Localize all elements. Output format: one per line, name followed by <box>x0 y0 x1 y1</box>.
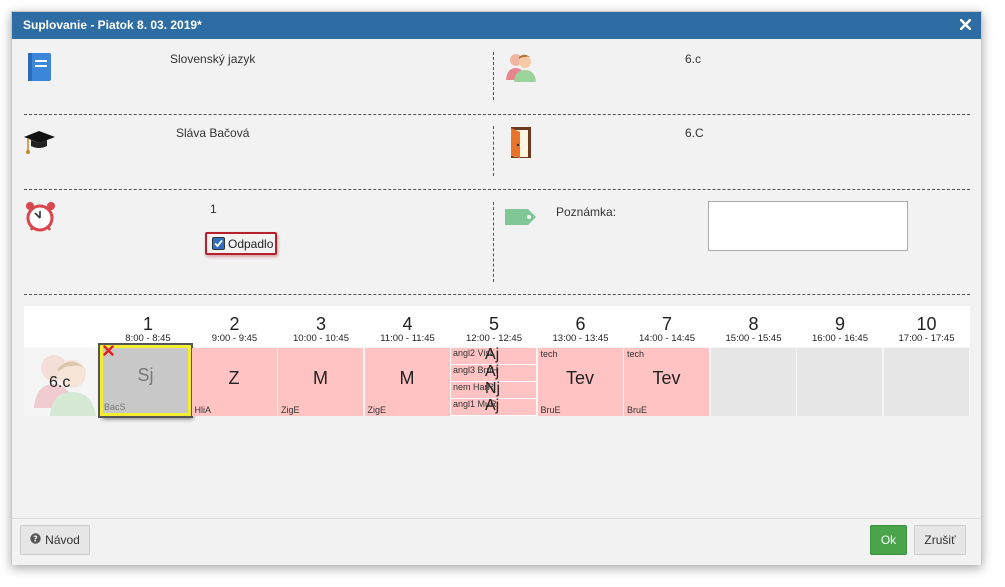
door-icon <box>508 126 533 162</box>
lesson-subject: M <box>313 368 328 388</box>
ok-button[interactable]: Ok <box>870 525 907 555</box>
lesson-slot[interactable]: Sj BacS <box>100 345 191 416</box>
period-number: 3 <box>315 314 326 334</box>
period-header: 1 8:00 - 8:45 <box>105 306 191 344</box>
teacher-value: Sláva Bačová <box>176 126 250 140</box>
period-header: 5 12:00 - 12:45 <box>451 306 537 344</box>
cancel-button[interactable]: Zrušiť <box>914 525 966 555</box>
lesson-slot[interactable]: Z HliA <box>191 348 277 416</box>
cancel-x-icon <box>103 345 114 359</box>
period-value: 1 <box>210 202 217 216</box>
period-number: 9 <box>834 314 845 334</box>
lesson-group: tech <box>540 349 558 359</box>
period-time: 11:00 - 11:45 <box>380 333 435 344</box>
lesson-teacher: ZigE <box>367 405 387 415</box>
period-header: 8 15:00 - 15:45 <box>711 306 797 344</box>
timetable-class-label: 6.c <box>49 374 71 391</box>
period-time: 9:00 - 9:45 <box>211 333 258 344</box>
period-header: 10 17:00 - 17:45 <box>884 306 970 344</box>
period-time: 14:00 - 14:45 <box>639 333 695 344</box>
lesson-teacher: BacS <box>104 402 126 412</box>
lesson-slot[interactable]: angl2 VisL Aj angl3 BruH Aj nem HarR Nj angl1 … <box>451 346 536 416</box>
period-header: 4 11:00 - 11:45 <box>365 306 451 344</box>
graduation-cap-icon <box>23 129 56 160</box>
checkmark-icon[interactable] <box>212 237 225 250</box>
period-number: 6 <box>575 314 586 334</box>
lesson-subject: Aj <box>485 346 500 363</box>
lesson-subject: Sj <box>137 365 154 385</box>
lesson-group: tech <box>627 349 645 359</box>
lesson-slot[interactable] <box>883 348 969 416</box>
lesson-slot[interactable]: tech Tev BruE <box>537 348 623 416</box>
period-number: 2 <box>229 314 240 334</box>
lesson-slot[interactable]: M ZigE <box>364 348 450 416</box>
lesson-subject: Aj <box>485 363 500 380</box>
help-label: Návod <box>45 533 80 547</box>
lesson-slot[interactable] <box>710 348 796 416</box>
period-time: 15:00 - 15:45 <box>725 333 782 344</box>
period-time: 12:00 - 12:45 <box>466 333 522 344</box>
alarm-clock-icon <box>24 200 57 236</box>
lesson-subject: Tev <box>565 368 594 388</box>
lesson-subject: Z <box>228 368 240 388</box>
period-time: 10:00 - 10:45 <box>293 333 349 344</box>
help-icon: ? <box>30 533 41 547</box>
period-header: 3 10:00 - 10:45 <box>278 306 364 344</box>
book-icon <box>26 52 53 85</box>
help-button[interactable]: ? Návod <box>20 525 90 555</box>
cancelled-checkbox[interactable]: Odpadlo <box>205 232 277 255</box>
subject-value: Slovenský jazyk <box>170 52 256 66</box>
class-value: 6.c <box>685 52 702 66</box>
lesson-subject: Nj <box>485 380 501 397</box>
period-time: 17:00 - 17:45 <box>898 333 955 344</box>
lesson-teacher: HliA <box>194 405 212 415</box>
timetable: 6.c 1 8:00 - 8:45 2 9:00 - 9:45 3 10:00 - 10:… <box>24 306 970 416</box>
lesson-slot[interactable] <box>797 348 882 416</box>
lesson-slot[interactable]: M ZigE <box>278 348 363 416</box>
lesson-slot[interactable]: tech Tev BruE <box>624 348 709 416</box>
tag-icon <box>504 208 537 229</box>
close-icon[interactable] <box>957 16 973 32</box>
period-header: 7 14:00 - 14:45 <box>624 306 710 344</box>
period-number: 4 <box>402 314 413 334</box>
period-number: 8 <box>748 314 759 334</box>
period-header: 6 13:00 - 13:45 <box>538 306 624 344</box>
period-time: 16:00 - 16:45 <box>812 333 868 344</box>
period-number: 10 <box>916 314 937 334</box>
period-header: 2 9:00 - 9:45 <box>192 306 278 344</box>
period-header: 9 16:00 - 16:45 <box>797 306 883 344</box>
dialog-footer: ? Návod Ok Zrušiť <box>12 518 981 565</box>
lesson-teacher: ZigE <box>281 405 300 415</box>
lesson-group-row[interactable]: angl1 MuR Aj <box>451 397 536 416</box>
substitution-dialog: Suplovanie - Piatok 8. 03. 2019* Slovens… <box>11 11 982 565</box>
period-time: 8:00 - 8:45 <box>125 333 171 344</box>
lesson-subject: Aj <box>485 397 500 414</box>
lesson-subject: M <box>399 368 415 388</box>
period-number: 5 <box>488 314 499 334</box>
lesson-teacher: BruE <box>540 405 561 415</box>
lesson-teacher: BruE <box>627 405 648 415</box>
dialog-titlebar: Suplovanie - Piatok 8. 03. 2019* <box>12 12 981 39</box>
period-number: 7 <box>661 314 672 334</box>
lesson-subject: Tev <box>652 368 681 388</box>
period-time: 13:00 - 13:45 <box>552 333 609 344</box>
room-value: 6.C <box>685 126 704 140</box>
dialog-title: Suplovanie - Piatok 8. 03. 2019* <box>23 18 202 32</box>
period-number: 1 <box>142 314 153 334</box>
cancelled-label: Odpadlo <box>228 236 274 251</box>
users-icon <box>505 50 537 86</box>
svg-text:?: ? <box>33 535 38 544</box>
note-textarea[interactable] <box>708 201 908 251</box>
note-label: Poznámka: <box>556 205 617 219</box>
